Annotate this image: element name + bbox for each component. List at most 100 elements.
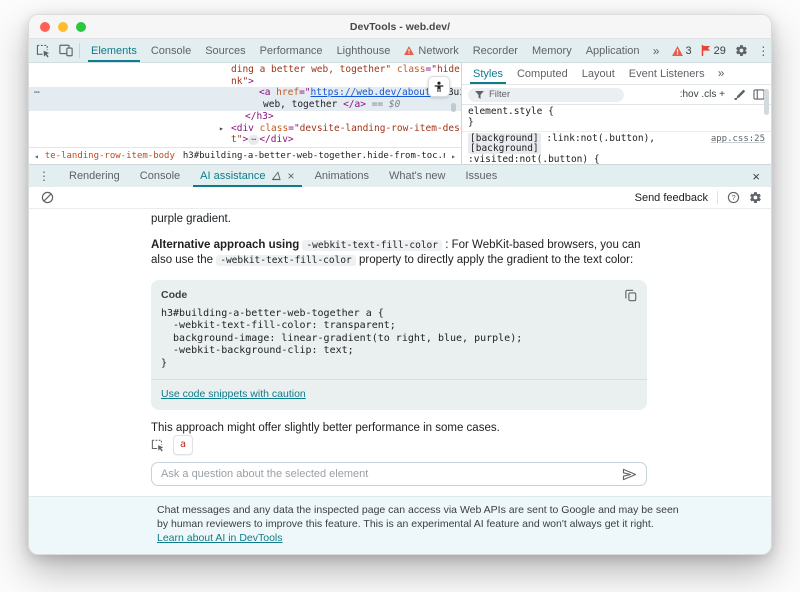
- dom-line[interactable]: web, together </a> == $0: [29, 99, 461, 111]
- inspect-context-icon[interactable]: [151, 439, 165, 452]
- element-style-open[interactable]: element.style {: [468, 107, 765, 118]
- toolbar-divider: [79, 43, 80, 58]
- learn-about-ai-link[interactable]: Learn about AI in DevTools: [157, 532, 283, 544]
- style-control-[interactable]: +: [719, 89, 725, 100]
- tab-console[interactable]: Console: [144, 39, 198, 62]
- titlebar[interactable]: DevTools - web.dev/: [29, 15, 771, 39]
- tab-label: Recorder: [473, 45, 518, 57]
- breadcrumb-right-arrow-icon[interactable]: ▸: [449, 152, 458, 161]
- drawer-tab-label: Rendering: [69, 170, 120, 182]
- code-line: h3#building-a-better-web-together a {: [161, 308, 637, 320]
- kebab-menu-icon[interactable]: ⋮: [754, 41, 772, 60]
- code-card-header: Code: [151, 280, 647, 305]
- selected-element-chip[interactable]: a: [173, 435, 193, 455]
- ai-settings-gear-icon[interactable]: [749, 191, 762, 204]
- tab-application[interactable]: Application: [579, 39, 647, 62]
- svg-text:?: ?: [731, 193, 735, 202]
- styles-scrollbar-thumb[interactable]: [764, 89, 769, 115]
- settings-gear-icon[interactable]: [732, 41, 751, 60]
- toolbar-divider: [717, 191, 718, 204]
- copy-code-icon[interactable]: [625, 289, 637, 302]
- code-line: -webkit-background-clip: text;: [161, 345, 637, 357]
- elements-panel: ding a better web, together" class="hide…: [29, 63, 461, 164]
- rule-selector-parts: [background] :link:not(.button), [backgr…: [468, 133, 655, 155]
- styles-more-tabs-icon[interactable]: »: [712, 63, 731, 82]
- issues-badge[interactable]: 29: [698, 45, 729, 57]
- tab-memory[interactable]: Memory: [525, 39, 579, 62]
- warning-triangle-icon: [404, 46, 414, 55]
- breadcrumb-left-arrow-icon[interactable]: ◂: [32, 152, 41, 161]
- code-caution-link[interactable]: Use code snippets with caution: [161, 388, 306, 400]
- dom-line[interactable]: nk">: [29, 76, 461, 88]
- breadcrumb-item-h3-building-a-better[interactable]: h3#building-a-better-web-together.hide-f…: [183, 151, 445, 161]
- drawer-tab-what-s-new[interactable]: What's new: [379, 165, 456, 187]
- context-row: a: [151, 435, 651, 455]
- warnings-badge[interactable]: 3: [669, 45, 695, 57]
- tab-sources[interactable]: Sources: [198, 39, 252, 62]
- tab-performance[interactable]: Performance: [253, 39, 330, 62]
- code-line: }: [161, 358, 637, 370]
- code-line: background-image: linear-gradient(to rig…: [161, 333, 637, 345]
- issues-flag-icon: [701, 45, 711, 56]
- person-fab-button[interactable]: [428, 76, 450, 97]
- toolbar-right: » 3 29 ⋮: [647, 39, 772, 62]
- chat-input[interactable]: [161, 468, 616, 480]
- styles-panel: StylesComputedLayoutEvent Listeners» Fil…: [461, 63, 771, 164]
- drawer-tab-label: What's new: [389, 170, 446, 182]
- drawer-tab-label: AI assistance: [200, 170, 265, 182]
- drawer-tab-ai-assistance[interactable]: AI assistance ×: [190, 165, 304, 187]
- block-clear-icon[interactable]: [38, 188, 57, 207]
- code-card: Code h3#building-a-better-web-together a…: [151, 280, 647, 410]
- rule-selector-line2: :visited:not(.button) {: [468, 155, 765, 164]
- more-tabs-icon[interactable]: »: [647, 41, 666, 60]
- styles-filter-row: Filter :hov .cls +: [462, 85, 771, 105]
- rendering-emulation-icon[interactable]: [733, 89, 745, 101]
- send-icon[interactable]: [622, 468, 637, 481]
- drawer-tab-label: Issues: [466, 170, 498, 182]
- chat-text-partial: purple gradient.: [151, 212, 651, 227]
- send-feedback-link[interactable]: Send feedback: [635, 192, 708, 204]
- filter-placeholder: Filter: [489, 89, 510, 100]
- tab-lighthouse[interactable]: Lighthouse: [330, 39, 398, 62]
- tab-elements[interactable]: Elements: [84, 39, 144, 62]
- style-control-hov[interactable]: :hov: [680, 89, 699, 100]
- overflow-menu-icon[interactable]: ⋯: [34, 87, 39, 99]
- dom-line[interactable]: </h3>: [29, 111, 461, 123]
- content-row: ding a better web, together" class="hide…: [29, 63, 771, 164]
- device-toolbar-icon[interactable]: [56, 41, 75, 60]
- tab-close-icon[interactable]: ×: [288, 169, 295, 183]
- dom-line[interactable]: ding a better web, together" class="hide…: [29, 64, 461, 76]
- drawer-tab-console[interactable]: Console: [130, 165, 190, 187]
- drawer-tab-animations[interactable]: Animations: [305, 165, 379, 187]
- dom-line[interactable]: ⋯<a href="https://web.dev/about"> Buildi…: [29, 87, 461, 99]
- tab-recorder[interactable]: Recorder: [466, 39, 525, 62]
- disclaimer: Chat messages and any data the inspected…: [29, 496, 771, 554]
- rule-selector-line1: [background] :link:not(.button), [backgr…: [468, 134, 765, 156]
- inspect-icon[interactable]: [34, 41, 53, 60]
- tab-styles[interactable]: Styles: [466, 63, 510, 84]
- drawer-close-icon[interactable]: ×: [741, 169, 771, 184]
- rule-source-link[interactable]: app.css:25: [711, 134, 765, 145]
- tab-computed[interactable]: Computed: [510, 63, 575, 84]
- chat-scroll-area[interactable]: purple gradient. Alternative approach us…: [29, 209, 771, 435]
- breadcrumb-item-te-landing-row-item[interactable]: te-landing-row-item-body: [45, 151, 175, 161]
- drawer-tab-rendering[interactable]: Rendering: [59, 165, 130, 187]
- elements-scrollbar-thumb[interactable]: [451, 103, 456, 112]
- style-control-cls[interactable]: .cls: [701, 89, 716, 100]
- chat-input-box[interactable]: [151, 462, 647, 486]
- dom-line[interactable]: ▸<div class="devsite-landing-row-item-de…: [29, 123, 461, 135]
- person-icon: [434, 81, 444, 93]
- tab-network[interactable]: Network: [397, 39, 465, 62]
- dom-line[interactable]: t">⋯</div>: [29, 134, 461, 147]
- tab-layout[interactable]: Layout: [575, 63, 622, 84]
- drawer-menu-icon[interactable]: ⋮: [29, 169, 59, 183]
- styles-controls: :hov .cls +: [680, 89, 765, 101]
- tab-label: Sources: [205, 45, 245, 57]
- code-block[interactable]: h3#building-a-better-web-together a { -w…: [151, 305, 647, 379]
- tab-event-listeners[interactable]: Event Listeners: [622, 63, 712, 84]
- drawer-tab-issues[interactable]: Issues: [456, 165, 508, 187]
- styles-filter-input[interactable]: Filter: [468, 88, 624, 102]
- rule-divider: [462, 131, 771, 132]
- help-icon[interactable]: ?: [727, 191, 740, 204]
- warnings-count: 3: [686, 45, 692, 57]
